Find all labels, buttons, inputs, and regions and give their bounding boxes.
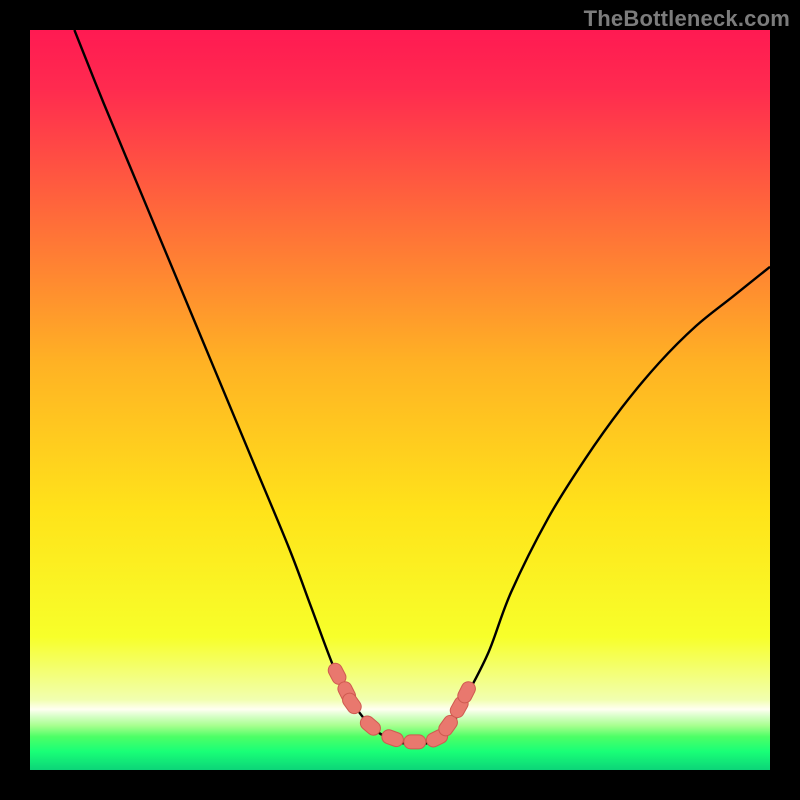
highlight-marker — [404, 735, 426, 749]
chart-frame: TheBottleneck.com — [0, 0, 800, 800]
bottleneck-chart — [30, 30, 770, 770]
gradient-background — [30, 30, 770, 770]
plot-area — [30, 30, 770, 770]
watermark-text: TheBottleneck.com — [584, 6, 790, 32]
